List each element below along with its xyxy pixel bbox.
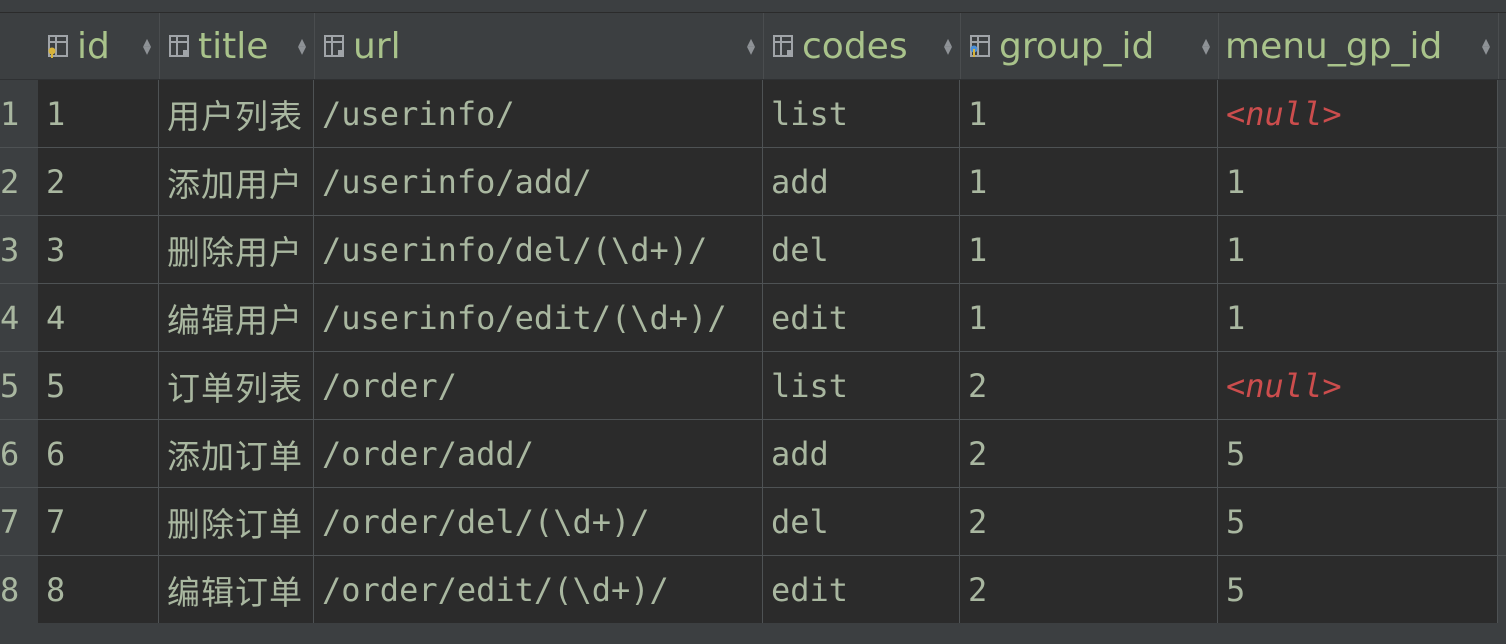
- cell-group-id[interactable]: 1: [960, 216, 1218, 283]
- column-header-label: codes: [802, 25, 908, 67]
- cell-url[interactable]: /order/: [314, 352, 763, 419]
- column-header-label: menu_gp_id: [1225, 25, 1443, 67]
- cell-url[interactable]: /userinfo/edit/(\d+)/: [314, 284, 763, 351]
- cell-menu-gp-id[interactable]: 1: [1218, 148, 1498, 215]
- column-header-id[interactable]: id ▴ ▾: [39, 13, 160, 79]
- column-header-menu-gp-id[interactable]: menu_gp_id ▴ ▾: [1219, 13, 1499, 79]
- sort-icon[interactable]: ▴ ▾: [1482, 34, 1490, 58]
- column-icon: [773, 35, 793, 57]
- column-header-title[interactable]: title ▴ ▾: [160, 13, 315, 79]
- table-row[interactable]: 2 2 添加用户/userinfo/add/add 1 1: [0, 148, 1506, 216]
- cell-menu-gp-id[interactable]: 1: [1218, 216, 1498, 283]
- row-number[interactable]: 5: [0, 352, 38, 419]
- row-number[interactable]: 8: [0, 556, 38, 623]
- cell-title[interactable]: 添加用户: [159, 148, 314, 215]
- cell-title[interactable]: 订单列表: [159, 352, 314, 419]
- grid-body: 1 1 用户列表/userinfo/list 1 <null> 2 2 添加用户/userin…: [0, 80, 1506, 624]
- table-row[interactable]: 6 6 添加订单/order/add/add 2 5: [0, 420, 1506, 488]
- table-row[interactable]: 8 8 编辑订单/order/edit/(\d+)/edit 2 5: [0, 556, 1506, 624]
- column-icon: [324, 35, 344, 57]
- cell-menu-gp-id[interactable]: <null>: [1218, 80, 1498, 147]
- cell-id[interactable]: 7: [38, 488, 159, 555]
- cell-url[interactable]: /userinfo/add/: [314, 148, 763, 215]
- cell-group-id[interactable]: 2: [960, 352, 1218, 419]
- cell-id[interactable]: 8: [38, 556, 159, 623]
- primary-key-column-icon: [48, 35, 68, 58]
- cell-group-id[interactable]: 2: [960, 488, 1218, 555]
- cell-menu-gp-id[interactable]: 5: [1218, 420, 1498, 487]
- sort-icon[interactable]: ▴ ▾: [747, 34, 755, 58]
- data-grid: id ▴ ▾ title ▴ ▾ url ▴ ▾ codes ▴ ▾ group…: [0, 13, 1506, 624]
- row-number[interactable]: 2: [0, 148, 38, 215]
- cell-group-id[interactable]: 2: [960, 420, 1218, 487]
- row-number[interactable]: 1: [0, 80, 38, 147]
- table-row[interactable]: 5 5 订单列表/order/list 2 <null>: [0, 352, 1506, 420]
- cell-id[interactable]: 1: [38, 80, 159, 147]
- cell-url[interactable]: /userinfo/: [314, 80, 763, 147]
- row-number[interactable]: 6: [0, 420, 38, 487]
- cell-menu-gp-id[interactable]: 5: [1218, 556, 1498, 623]
- cell-url[interactable]: /order/edit/(\d+)/: [314, 556, 763, 623]
- cell-id[interactable]: 2: [38, 148, 159, 215]
- table-row[interactable]: 7 7 删除订单/order/del/(\d+)/del 2 5: [0, 488, 1506, 556]
- cell-group-id[interactable]: 1: [960, 148, 1218, 215]
- table-row[interactable]: 1 1 用户列表/userinfo/list 1 <null>: [0, 80, 1506, 148]
- cell-codes[interactable]: list: [763, 352, 960, 419]
- cell-title[interactable]: 用户列表: [159, 80, 314, 147]
- foreign-key-column-icon: [970, 35, 990, 57]
- column-header-label: title: [198, 25, 269, 67]
- grid-header: id ▴ ▾ title ▴ ▾ url ▴ ▾ codes ▴ ▾ group…: [0, 13, 1506, 80]
- cell-title[interactable]: 编辑订单: [159, 556, 314, 623]
- cell-id[interactable]: 5: [38, 352, 159, 419]
- cell-codes[interactable]: add: [763, 148, 960, 215]
- cell-title[interactable]: 添加订单: [159, 420, 314, 487]
- cell-url[interactable]: /order/add/: [314, 420, 763, 487]
- toolbar-strip: [0, 0, 1506, 13]
- cell-codes[interactable]: edit: [763, 556, 960, 623]
- cell-menu-gp-id[interactable]: 5: [1218, 488, 1498, 555]
- status-strip: [0, 623, 1506, 644]
- column-header-label: url: [353, 25, 401, 67]
- sort-icon[interactable]: ▴ ▾: [143, 34, 151, 58]
- column-header-label: id: [77, 25, 110, 67]
- cell-group-id[interactable]: 2: [960, 556, 1218, 623]
- column-icon: [169, 35, 189, 57]
- sort-icon[interactable]: ▴ ▾: [298, 34, 306, 58]
- sort-icon[interactable]: ▴ ▾: [944, 34, 952, 58]
- cell-title[interactable]: 编辑用户: [159, 284, 314, 351]
- sort-icon[interactable]: ▴ ▾: [1202, 34, 1210, 58]
- cell-group-id[interactable]: 1: [960, 80, 1218, 147]
- table-row[interactable]: 4 4 编辑用户/userinfo/edit/(\d+)/edit 1 1: [0, 284, 1506, 352]
- cell-group-id[interactable]: 1: [960, 284, 1218, 351]
- table-row[interactable]: 3 3 删除用户/userinfo/del/(\d+)/del 1 1: [0, 216, 1506, 284]
- row-number-header: [0, 13, 39, 79]
- cell-codes[interactable]: list: [763, 80, 960, 147]
- cell-id[interactable]: 3: [38, 216, 159, 283]
- column-header-label: group_id: [999, 25, 1155, 67]
- cell-codes[interactable]: add: [763, 420, 960, 487]
- cell-codes[interactable]: del: [763, 488, 960, 555]
- row-number[interactable]: 7: [0, 488, 38, 555]
- cell-id[interactable]: 4: [38, 284, 159, 351]
- cell-title[interactable]: 删除用户: [159, 216, 314, 283]
- cell-id[interactable]: 6: [38, 420, 159, 487]
- cell-url[interactable]: /userinfo/del/(\d+)/: [314, 216, 763, 283]
- cell-codes[interactable]: edit: [763, 284, 960, 351]
- cell-url[interactable]: /order/del/(\d+)/: [314, 488, 763, 555]
- row-number[interactable]: 4: [0, 284, 38, 351]
- cell-title[interactable]: 删除订单: [159, 488, 314, 555]
- column-header-codes[interactable]: codes ▴ ▾: [764, 13, 961, 79]
- column-header-url[interactable]: url ▴ ▾: [315, 13, 764, 79]
- row-number[interactable]: 3: [0, 216, 38, 283]
- cell-codes[interactable]: del: [763, 216, 960, 283]
- column-header-group-id[interactable]: group_id ▴ ▾: [961, 13, 1219, 79]
- cell-menu-gp-id[interactable]: 1: [1218, 284, 1498, 351]
- cell-menu-gp-id[interactable]: <null>: [1218, 352, 1498, 419]
